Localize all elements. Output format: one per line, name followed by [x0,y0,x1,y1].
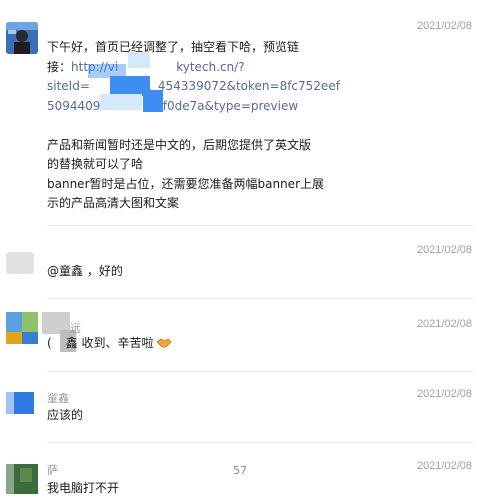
message-item: 远 2021/02/08 (鑫 收到、辛苦啦 [0,300,488,372]
avatar[interactable] [6,22,38,54]
stray-text: 57 [233,464,247,477]
message-timestamp: 2021/02/08 [416,20,472,32]
avatar[interactable] [6,464,38,494]
handshake-emoji [155,335,172,348]
message-timestamp: 2021/02/08 [416,244,472,256]
message-timestamp: 2021/02/08 [416,318,472,330]
sender-name: 萨 [47,464,58,477]
message-divider [47,225,474,226]
avatar[interactable] [6,312,38,344]
message-timestamp: 2021/02/08 [416,388,472,400]
message-item: 2021/02/08 下午好，首页已经调整了，抽空看下哈，预览链 接：http:… [0,0,488,230]
redaction [100,94,142,110]
message-text: @童鑫 ，好的 [47,264,123,278]
preview-link-cont[interactable]: siteId= 454339072&token=8fc752eef [47,79,340,93]
message-item: 萨 2021/02/08 57 我电脑打不开 [0,442,488,503]
avatar[interactable] [6,252,34,274]
message-timestamp: 2021/02/08 [416,460,472,472]
sender-name: 童鑫 [47,392,69,405]
preview-link-cont[interactable]: 5094409 af0de7a&type=preview [47,99,298,113]
message-text: (鑫 收到、辛苦啦 [47,334,172,354]
message-text: 应该的 [47,408,84,422]
message-item: 童鑫 2021/02/08 应该的 [0,372,488,443]
message-item: 2021/02/08 @童鑫 ，好的 [0,230,488,300]
redaction [128,52,150,68]
avatar[interactable] [6,392,34,414]
message-divider [47,298,474,299]
message-text: 我电脑打不开 [47,481,120,495]
redaction [143,90,163,112]
